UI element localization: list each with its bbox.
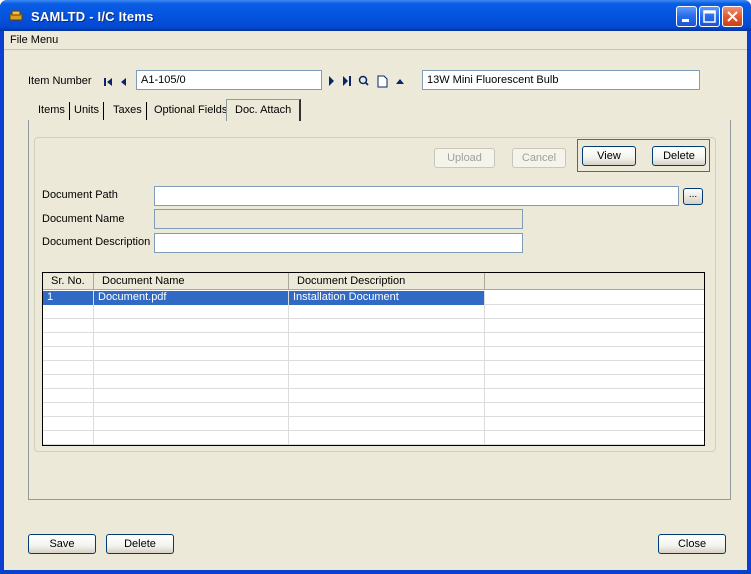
document-description-input[interactable] — [154, 233, 523, 253]
document-name-input — [154, 209, 523, 229]
documents-grid[interactable]: Sr. No. Document Name Document Descripti… — [42, 272, 705, 446]
nav-first-prev-icons — [104, 78, 126, 86]
table-row[interactable] — [43, 403, 704, 417]
item-description-input[interactable]: 13W Mini Fluorescent Bulb — [422, 70, 700, 90]
table-row[interactable] — [43, 305, 704, 319]
tab-doc-attach[interactable]: Doc. Attach — [226, 99, 302, 121]
cell-document-description: Installation Document — [289, 291, 485, 305]
close-icon — [727, 11, 738, 22]
table-row[interactable] — [43, 333, 704, 347]
column-header-document-name[interactable]: Document Name — [94, 273, 289, 290]
next-record-icon[interactable] — [329, 76, 334, 86]
minimize-icon — [682, 19, 689, 22]
minimize-button[interactable] — [676, 6, 697, 27]
tab-optional-fields[interactable]: Optional Fields — [150, 102, 233, 120]
delete-document-button[interactable]: Delete — [652, 146, 706, 166]
item-number-input[interactable]: A1-105/0 — [136, 70, 322, 90]
table-row[interactable] — [43, 375, 704, 389]
new-document-icon[interactable] — [377, 75, 388, 88]
table-row[interactable] — [43, 361, 704, 375]
previous-record-icon[interactable] — [121, 78, 126, 86]
item-nav-icons — [329, 75, 404, 88]
last-record-icon[interactable] — [343, 76, 351, 86]
maximize-button[interactable] — [699, 6, 720, 27]
tab-items[interactable]: Items — [34, 102, 70, 120]
table-row[interactable] — [43, 431, 704, 445]
title-bar[interactable]: SAMLTD - I/C Items — [0, 0, 751, 31]
document-path-input[interactable] — [154, 186, 679, 206]
column-header-empty — [485, 273, 704, 290]
upload-button[interactable]: Upload — [434, 148, 495, 168]
document-name-label: Document Name — [42, 213, 125, 225]
zoom-up-icon[interactable] — [396, 79, 404, 84]
document-description-label: Document Description — [42, 236, 151, 248]
close-window-button[interactable] — [722, 6, 743, 27]
cancel-button[interactable]: Cancel — [512, 148, 566, 168]
table-row[interactable] — [43, 319, 704, 333]
save-button[interactable]: Save — [28, 534, 96, 554]
app-window: SAMLTD - I/C Items File Menu Item Number… — [0, 0, 751, 574]
table-row[interactable] — [43, 417, 704, 431]
table-row[interactable] — [43, 347, 704, 361]
document-path-label: Document Path — [42, 189, 118, 201]
first-record-icon[interactable] — [104, 78, 112, 86]
menu-bar: File Menu — [4, 31, 747, 50]
column-header-sr-no[interactable]: Sr. No. — [43, 273, 94, 290]
cell-document-name: Document.pdf — [94, 291, 289, 305]
item-number-label: Item Number — [28, 75, 92, 87]
table-row[interactable]: 1 Document.pdf Installation Document — [43, 291, 704, 305]
browse-button[interactable]: ... — [683, 188, 703, 205]
view-button[interactable]: View — [582, 146, 636, 166]
cell-sr-no: 1 — [43, 291, 94, 305]
window-title: SAMLTD - I/C Items — [31, 9, 154, 24]
maximize-icon — [703, 10, 716, 23]
app-icon — [9, 10, 23, 21]
column-header-document-description[interactable]: Document Description — [289, 273, 485, 290]
close-button[interactable]: Close — [658, 534, 726, 554]
delete-item-button[interactable]: Delete — [106, 534, 174, 554]
client-area: File Menu Item Number A1-105/0 13W Mini … — [4, 31, 747, 570]
tab-taxes[interactable]: Taxes — [109, 102, 147, 120]
file-menu[interactable]: File Menu — [10, 34, 58, 46]
table-row[interactable] — [43, 389, 704, 403]
tab-units[interactable]: Units — [70, 102, 105, 120]
finder-icon[interactable] — [358, 75, 369, 86]
